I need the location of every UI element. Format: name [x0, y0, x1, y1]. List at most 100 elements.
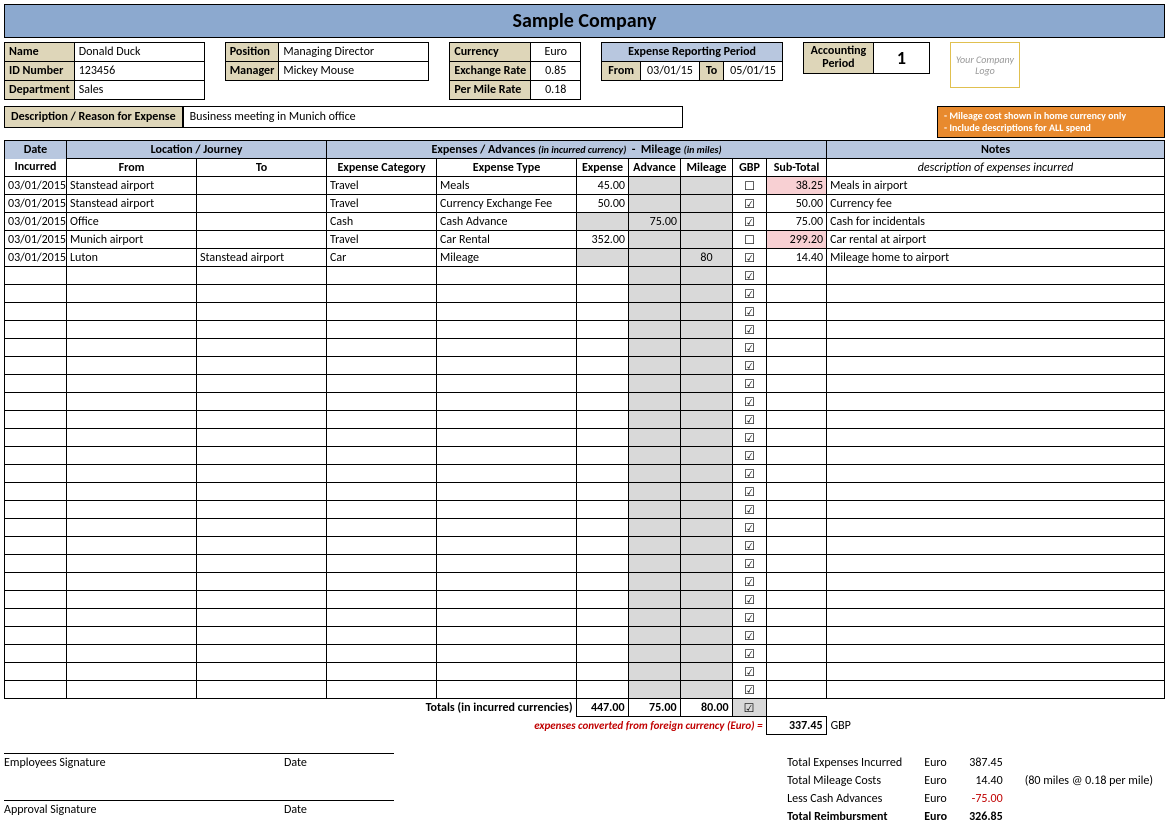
cell-mileage[interactable] — [681, 339, 733, 357]
cell-from[interactable] — [67, 501, 197, 519]
cell-note[interactable] — [827, 339, 1165, 357]
cell-date[interactable] — [5, 663, 67, 681]
cell-from[interactable]: Stanstead airport — [67, 195, 197, 213]
cell-to[interactable] — [197, 465, 327, 483]
cell-expense[interactable] — [577, 285, 629, 303]
cell-advance[interactable] — [629, 375, 681, 393]
cell-to[interactable] — [197, 573, 327, 591]
cell-date[interactable] — [5, 465, 67, 483]
cell-gbp-checkbox[interactable]: ☑ — [733, 447, 767, 465]
position-value[interactable]: Managing Director — [279, 43, 429, 62]
cell-to[interactable] — [197, 375, 327, 393]
cell-type[interactable] — [437, 519, 577, 537]
cell-type[interactable]: Car Rental — [437, 231, 577, 249]
cell-type[interactable] — [437, 285, 577, 303]
cell-type[interactable] — [437, 429, 577, 447]
cell-category[interactable]: Travel — [327, 231, 437, 249]
cell-to[interactable] — [197, 519, 327, 537]
cell-mileage[interactable] — [681, 447, 733, 465]
cell-type[interactable] — [437, 339, 577, 357]
cell-date[interactable] — [5, 519, 67, 537]
cell-to[interactable] — [197, 483, 327, 501]
cell-expense[interactable] — [577, 681, 629, 699]
cell-expense[interactable] — [577, 249, 629, 267]
cell-gbp-checkbox[interactable]: ☑ — [733, 375, 767, 393]
cell-date[interactable] — [5, 609, 67, 627]
cell-note[interactable] — [827, 321, 1165, 339]
cell-from[interactable] — [67, 555, 197, 573]
rate-value[interactable]: 0.85 — [531, 62, 581, 81]
table-row[interactable]: 03/01/2015LutonStanstead airportCarMilea… — [5, 249, 1165, 267]
cell-category[interactable]: Car — [327, 249, 437, 267]
cell-date[interactable] — [5, 681, 67, 699]
cell-expense[interactable] — [577, 519, 629, 537]
cell-mileage[interactable] — [681, 393, 733, 411]
cell-gbp-checkbox[interactable]: ☑ — [733, 195, 767, 213]
cell-advance[interactable] — [629, 645, 681, 663]
cell-mileage[interactable] — [681, 627, 733, 645]
cell-gbp-checkbox[interactable]: ☑ — [733, 249, 767, 267]
cell-to[interactable] — [197, 231, 327, 249]
currency-value[interactable]: Euro — [531, 43, 581, 62]
acct-value[interactable]: 1 — [873, 43, 929, 74]
cell-note[interactable] — [827, 483, 1165, 501]
cell-advance[interactable] — [629, 573, 681, 591]
table-row[interactable]: ☑ — [5, 591, 1165, 609]
cell-gbp-checkbox[interactable]: ☑ — [733, 429, 767, 447]
cell-mileage[interactable] — [681, 213, 733, 231]
cell-expense[interactable] — [577, 645, 629, 663]
cell-advance[interactable] — [629, 393, 681, 411]
cell-note[interactable] — [827, 573, 1165, 591]
cell-gbp-checkbox[interactable]: ☑ — [733, 339, 767, 357]
cell-from[interactable] — [67, 465, 197, 483]
cell-note[interactable]: Cash for incidentals — [827, 213, 1165, 231]
cell-from[interactable]: Office — [67, 213, 197, 231]
table-row[interactable]: 03/01/2015Munich airportTravelCar Rental… — [5, 231, 1165, 249]
cell-category[interactable] — [327, 375, 437, 393]
cell-type[interactable] — [437, 663, 577, 681]
cell-category[interactable] — [327, 285, 437, 303]
cell-category[interactable] — [327, 663, 437, 681]
cell-date[interactable] — [5, 393, 67, 411]
cell-note[interactable] — [827, 447, 1165, 465]
cell-type[interactable] — [437, 555, 577, 573]
cell-category[interactable] — [327, 591, 437, 609]
table-row[interactable]: 03/01/2015Stanstead airportTravelCurrenc… — [5, 195, 1165, 213]
cell-advance[interactable] — [629, 591, 681, 609]
cell-advance[interactable] — [629, 339, 681, 357]
cell-type[interactable] — [437, 267, 577, 285]
cell-from[interactable] — [67, 519, 197, 537]
cell-gbp-checkbox[interactable]: ☑ — [733, 663, 767, 681]
cell-category[interactable] — [327, 357, 437, 375]
cell-advance[interactable] — [629, 555, 681, 573]
cell-gbp-checkbox[interactable]: ☑ — [733, 519, 767, 537]
cell-gbp-checkbox[interactable]: ☑ — [733, 321, 767, 339]
cell-expense[interactable] — [577, 537, 629, 555]
table-row[interactable]: 03/01/2015OfficeCashCash Advance75.00☑75… — [5, 213, 1165, 231]
cell-from[interactable] — [67, 483, 197, 501]
cell-advance[interactable] — [629, 627, 681, 645]
cell-mileage[interactable] — [681, 303, 733, 321]
cell-advance[interactable] — [629, 501, 681, 519]
cell-type[interactable] — [437, 321, 577, 339]
manager-value[interactable]: Mickey Mouse — [279, 62, 429, 81]
table-row[interactable]: ☑ — [5, 393, 1165, 411]
cell-mileage[interactable] — [681, 519, 733, 537]
cell-type[interactable] — [437, 393, 577, 411]
cell-date[interactable] — [5, 429, 67, 447]
cell-note[interactable] — [827, 519, 1165, 537]
cell-from[interactable]: Luton — [67, 249, 197, 267]
cell-advance[interactable] — [629, 429, 681, 447]
cell-date[interactable] — [5, 555, 67, 573]
cell-category[interactable] — [327, 303, 437, 321]
table-row[interactable]: ☑ — [5, 411, 1165, 429]
cell-from[interactable] — [67, 375, 197, 393]
cell-expense[interactable]: 352.00 — [577, 231, 629, 249]
table-row[interactable]: ☑ — [5, 627, 1165, 645]
cell-expense[interactable] — [577, 339, 629, 357]
cell-from[interactable]: Stanstead airport — [67, 177, 197, 195]
cell-date[interactable]: 03/01/2015 — [5, 177, 67, 195]
cell-expense[interactable] — [577, 321, 629, 339]
cell-mileage[interactable] — [681, 429, 733, 447]
cell-from[interactable] — [67, 627, 197, 645]
